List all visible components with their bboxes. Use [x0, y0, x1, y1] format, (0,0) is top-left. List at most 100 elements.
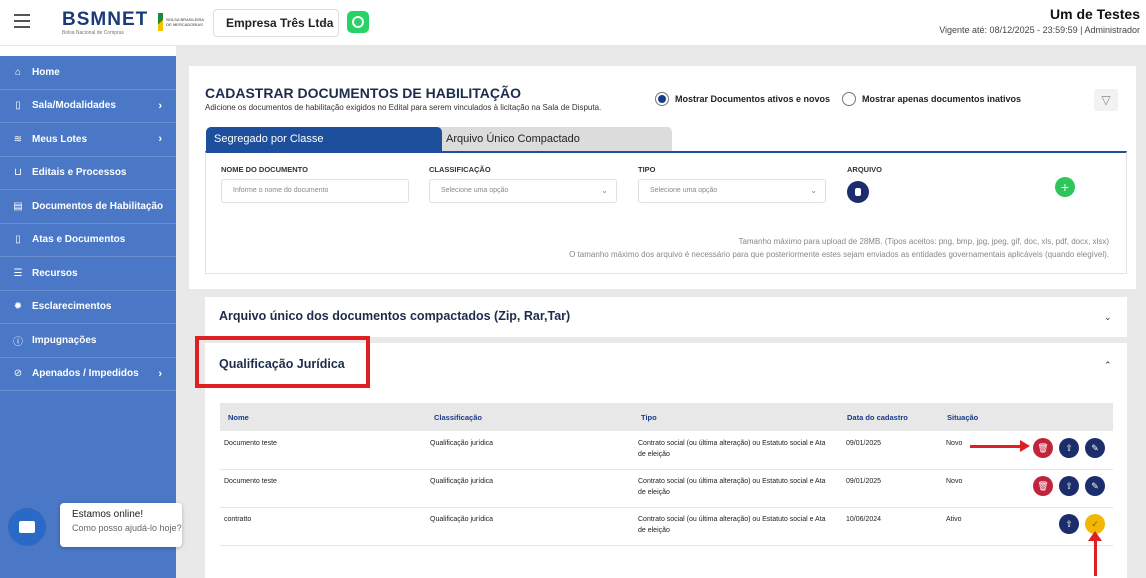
sidebar-item-label: Recursos	[32, 267, 78, 279]
chevron-down-icon: ⌄	[601, 186, 608, 195]
validity-text: Vigente até: 08/12/2025 - 23:59:59 | Adm…	[939, 25, 1140, 35]
document-icon: ▤	[13, 200, 23, 212]
chevron-right-icon: ›	[158, 99, 162, 112]
chevron-down-icon: ⌄	[810, 186, 817, 195]
cell-data: 10/06/2024	[846, 516, 882, 523]
bulb-icon: ✹	[13, 301, 23, 313]
cell-situacao: Novo	[946, 440, 963, 447]
chevron-up-icon[interactable]: ⌃	[1104, 360, 1112, 371]
tab-segregado[interactable]: Segregado por Classe	[206, 127, 442, 151]
chat-online-text: Estamos online!	[72, 509, 144, 520]
add-button[interactable]: +	[1055, 177, 1075, 197]
sidebar-item-document[interactable]: ▤ Documentos de Habilitação	[0, 190, 176, 224]
classification-select[interactable]: Selecione uma opção ⌄	[429, 179, 617, 203]
chat-icon: ▯	[15, 100, 21, 112]
cell-tipo: Contrato social (ou última alteração) ou…	[638, 478, 826, 496]
top-bar: BSMNET Bolsa Nacional de Compras BOLSA B…	[0, 0, 1146, 46]
home-icon: ⌂	[14, 66, 22, 78]
sidebar-item-label: Documentos de Habilitação	[32, 200, 164, 212]
file-label: ARQUIVO	[847, 165, 883, 174]
tab-arquivo-unico[interactable]: Arquivo Único Compactado	[420, 127, 672, 151]
col-data: Data do cadastro	[847, 413, 908, 422]
cell-classificacao: Qualificação jurídica	[430, 440, 494, 447]
col-classificacao: Classificação	[434, 413, 482, 422]
col-tipo: Tipo	[641, 413, 657, 422]
radio-empty-icon	[842, 92, 856, 106]
cell-data: 09/01/2025	[846, 478, 882, 485]
cell-classificacao: Qualificação jurídica	[430, 478, 494, 485]
page-title: CADASTRAR DOCUMENTOS DE HABILITAÇÃO	[205, 85, 522, 101]
type-select[interactable]: Selecione uma opção ⌄	[638, 179, 826, 203]
cell-nome: Documento teste	[224, 440, 277, 447]
sidebar-item-label: Sala/Modalidades	[32, 100, 116, 112]
sidebar-item-label: Apenados / Impedidos	[32, 368, 139, 380]
sidebar-item-file[interactable]: ▯ Atas e Documentos	[0, 224, 176, 257]
menu-icon[interactable]	[14, 14, 30, 28]
col-nome: Nome	[228, 413, 249, 422]
cell-situacao: Ativo	[946, 516, 962, 523]
sidebar-item-chat[interactable]: ▯ Sala/Modalidades ›	[0, 90, 176, 123]
upload-icon[interactable]: ⇧	[1059, 438, 1079, 458]
logo-subtitle: Bolsa Nacional de Compras	[62, 30, 124, 36]
radio-active-docs[interactable]: Mostrar Documentos ativos e novos	[655, 92, 830, 106]
attach-file-icon[interactable]	[847, 181, 869, 203]
delete-icon[interactable]: 🗑	[1033, 476, 1053, 496]
edit-icon[interactable]: ✎	[1085, 438, 1105, 458]
whatsapp-icon[interactable]	[347, 11, 369, 33]
highlight-box	[195, 336, 370, 388]
edit-icon[interactable]: ✎	[1085, 476, 1105, 496]
sidebar: ⌂ Home ▯ Sala/Modalidades › ≋ Meus Lotes › ⊔ Edit…	[0, 56, 176, 578]
accordion-zip-title[interactable]: Arquivo único dos documentos compactados…	[219, 309, 570, 323]
alert-icon: ⓘ	[13, 336, 23, 348]
chat-help-text: Como posso ajudá-lo hoje?	[72, 523, 182, 533]
layers-icon: ≋	[13, 133, 23, 145]
chevron-right-icon: ›	[158, 133, 162, 146]
type-label: TIPO	[638, 165, 656, 174]
cell-nome: contratto	[224, 516, 252, 523]
block-icon: ⊘	[13, 368, 23, 380]
sidebar-item-bulb[interactable]: ✹ Esclarecimentos	[0, 291, 176, 324]
sidebar-item-label: Editais e Processos	[32, 167, 127, 179]
sidebar-item-layers[interactable]: ≋ Meus Lotes ›	[0, 123, 176, 157]
upload-icon[interactable]: ⇧	[1059, 514, 1079, 534]
sidebar-item-label: Home	[32, 66, 60, 78]
annotation-arrow	[1088, 531, 1102, 576]
user-info[interactable]: Um de Testes Vigente até: 08/12/2025 - 2…	[939, 6, 1140, 35]
cell-tipo: Contrato social (ou última alteração) ou…	[638, 516, 826, 534]
chevron-down-icon[interactable]: ⌄	[1104, 312, 1112, 323]
file-icon: ▯	[15, 234, 21, 246]
page-subtitle: Adicione os documentos de habilitação ex…	[205, 103, 602, 112]
upload-size-note: Tamanho máximo para upload de 28MB. (Tip…	[738, 237, 1109, 246]
logo[interactable]: BSMNET	[62, 9, 148, 31]
cell-tipo: Contrato social (ou última alteração) ou…	[638, 440, 826, 458]
upload-icon[interactable]: ⇧	[1059, 476, 1079, 496]
chevron-right-icon: ›	[158, 367, 162, 380]
sidebar-item-list[interactable]: ☰ Recursos	[0, 257, 176, 291]
document-name-input[interactable]: Informe o nome do documento	[221, 179, 409, 203]
list-icon: ☰	[13, 267, 23, 279]
annotation-arrow	[970, 440, 1030, 452]
col-situacao: Situação	[947, 413, 979, 422]
cell-classificacao: Qualificação jurídica	[430, 516, 494, 523]
chat-bubble[interactable]: Estamos online! Como posso ajudá-lo hoje…	[60, 503, 182, 547]
sidebar-item-label: Meus Lotes	[32, 133, 88, 145]
radio-selected-icon	[655, 92, 669, 106]
chat-icon[interactable]	[8, 508, 46, 546]
sidebar-item-cart[interactable]: ⊔ Editais e Processos	[0, 157, 176, 190]
sidebar-item-label: Atas e Documentos	[32, 234, 126, 246]
sidebar-item-alert[interactable]: ⓘ Impugnações	[0, 324, 176, 358]
cell-data: 09/01/2025	[846, 440, 882, 447]
sidebar-item-label: Esclarecimentos	[32, 301, 112, 313]
sidebar-item-home[interactable]: ⌂ Home	[0, 56, 176, 90]
company-selector[interactable]: Empresa Três Ltda ⌄	[213, 9, 339, 37]
bolsa-logo: BOLSA BRASILEIRA DE MERCADORIAS	[158, 10, 206, 34]
radio-inactive-docs[interactable]: Mostrar apenas documentos inativos	[842, 92, 1021, 106]
delete-icon[interactable]: 🗑	[1033, 438, 1053, 458]
cell-situacao: Novo	[946, 478, 963, 485]
cell-nome: Documento teste	[224, 478, 277, 485]
filter-icon[interactable]: ▽	[1094, 89, 1118, 111]
user-name: Um de Testes	[1050, 6, 1140, 22]
sidebar-item-label: Impugnações	[32, 334, 97, 346]
sidebar-item-block[interactable]: ⊘ Apenados / Impedidos ›	[0, 358, 176, 391]
table-header	[220, 403, 1113, 431]
